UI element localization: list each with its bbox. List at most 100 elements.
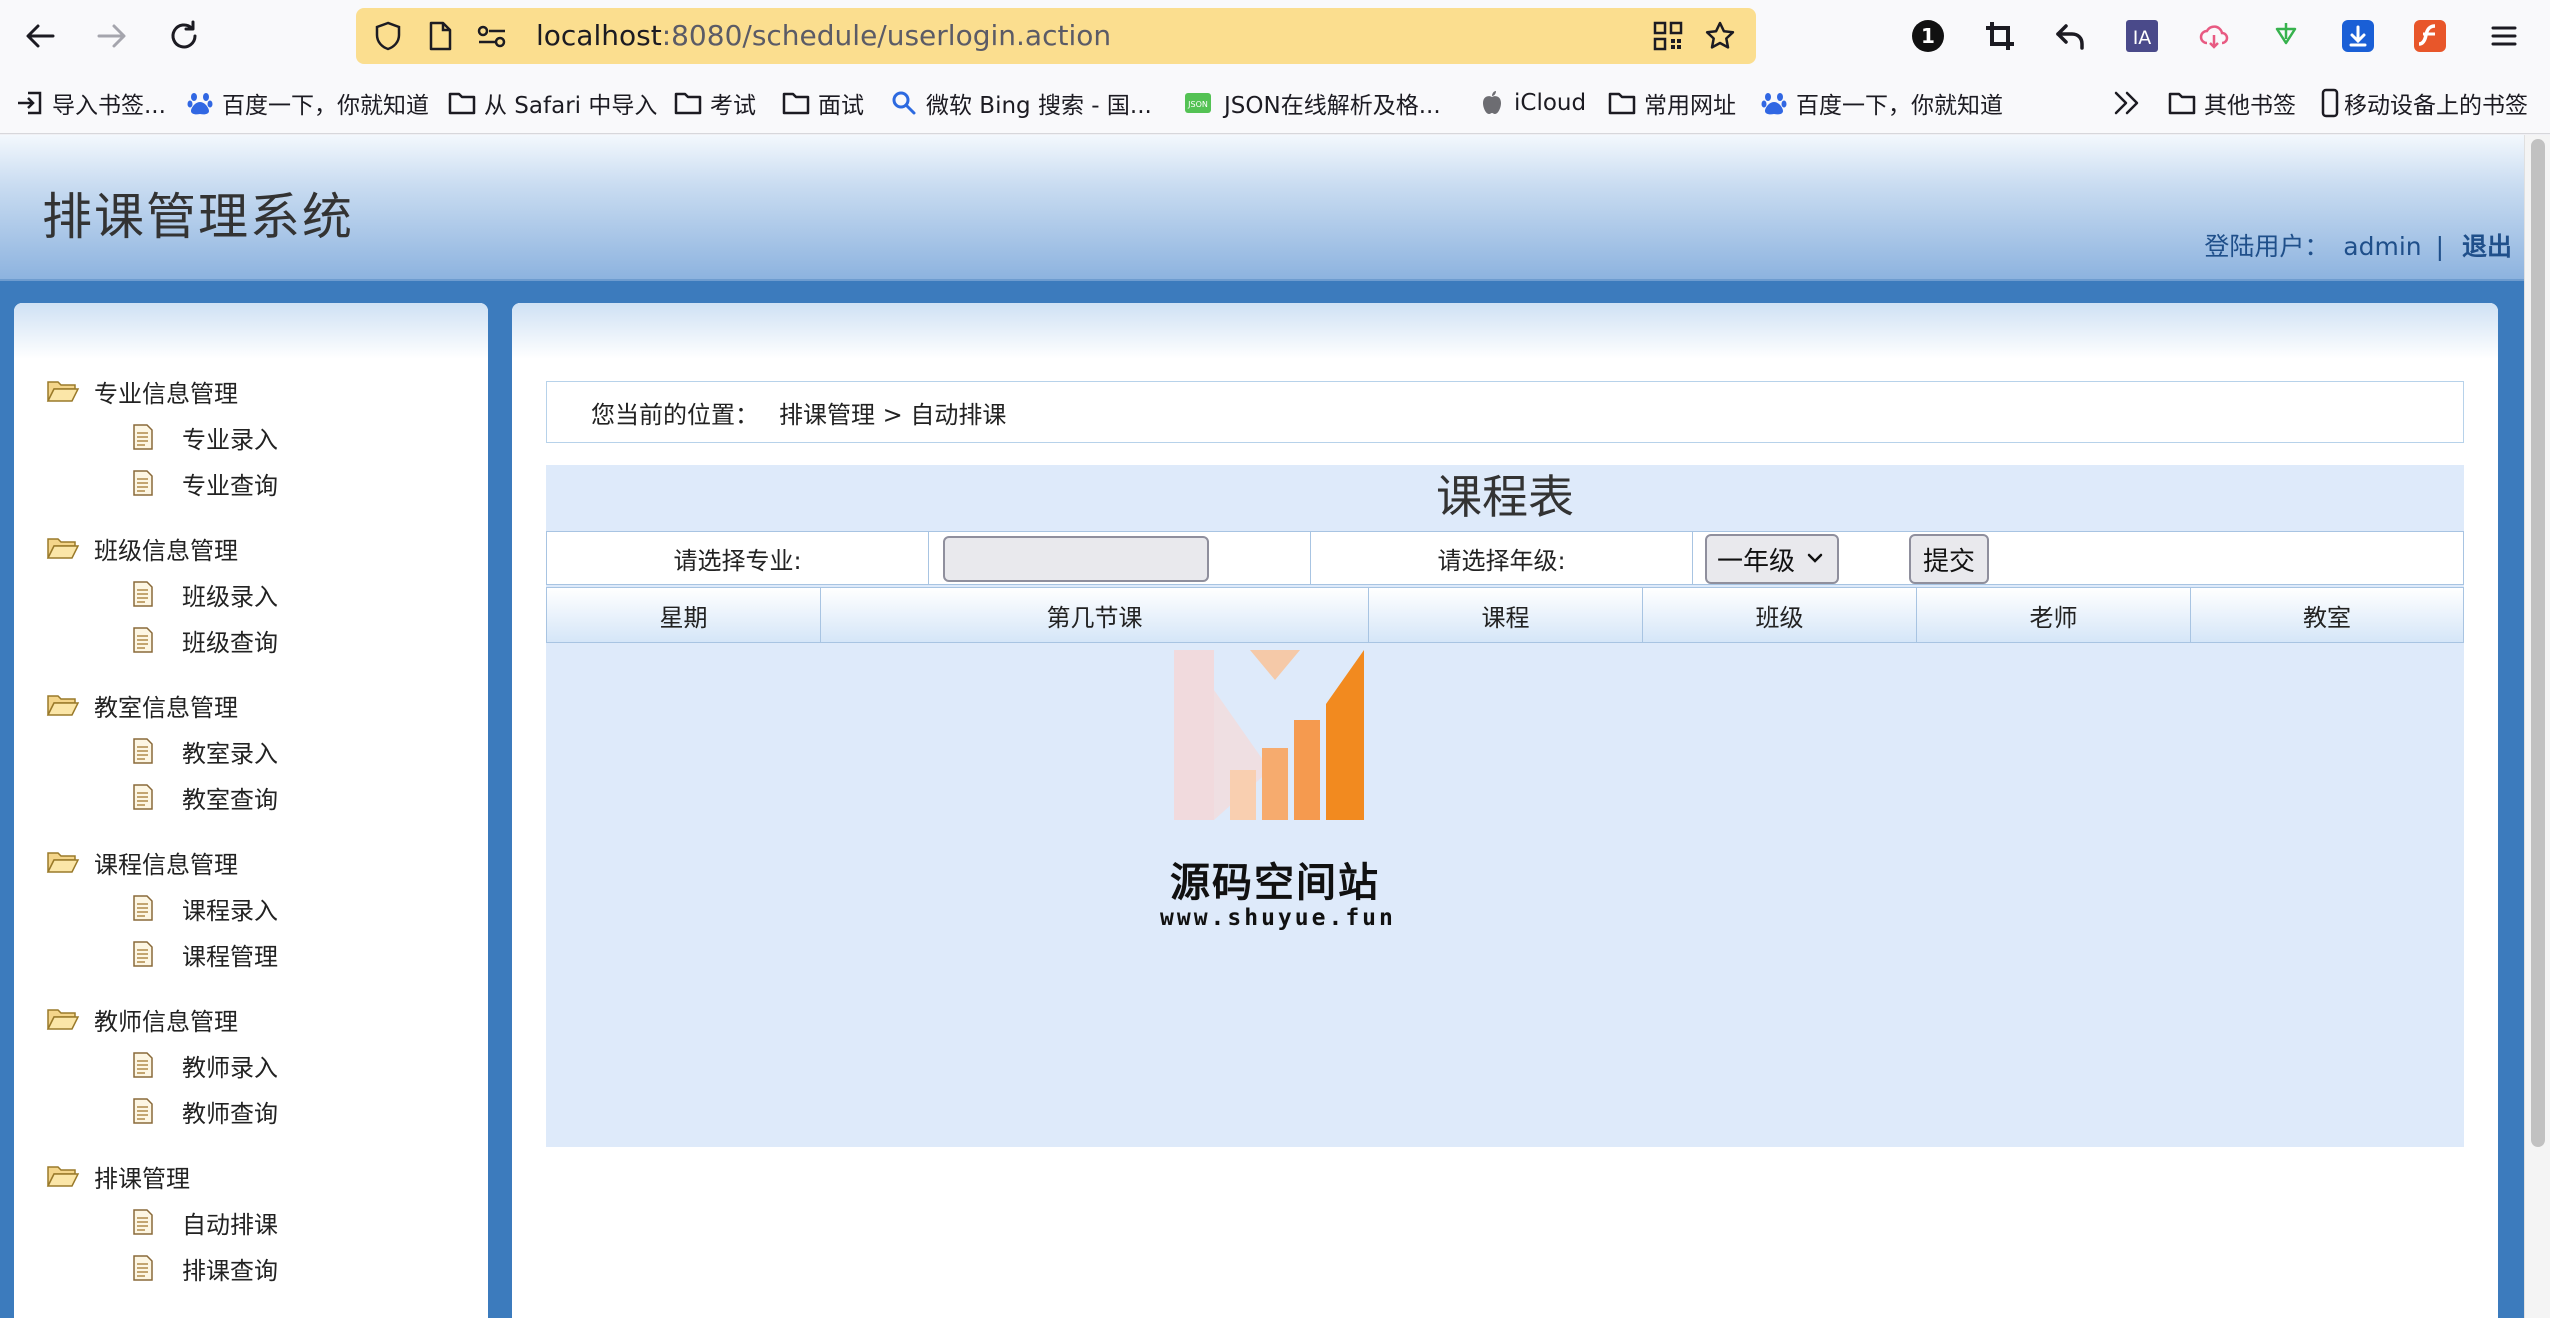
user-separator: | bbox=[2435, 232, 2445, 261]
major-label: 请选择专业: bbox=[547, 532, 929, 584]
sidebar: 专业信息管理 专业录入 专业查询 班级信息管理 班级录入 班级查询 教室信息管理… bbox=[14, 303, 488, 1318]
url-bar[interactable]: localhost:8080/schedule/userlogin.action bbox=[356, 8, 1756, 64]
forward-icon[interactable] bbox=[90, 14, 134, 58]
menu-group-title[interactable]: 教师信息管理 bbox=[46, 1001, 278, 1037]
menu-icon[interactable] bbox=[2484, 16, 2524, 56]
crop-icon[interactable] bbox=[1980, 16, 2020, 56]
submit-button[interactable]: 提交 bbox=[1909, 534, 1989, 584]
menu-group-class: 班级信息管理 班级录入 班级查询 bbox=[46, 530, 278, 658]
folder-icon bbox=[674, 89, 702, 117]
schedule-title: 课程表 bbox=[1436, 470, 1574, 524]
password-manager-icon[interactable]: 1 bbox=[1908, 16, 1948, 56]
apple-icon bbox=[1478, 89, 1506, 117]
document-icon bbox=[133, 627, 153, 653]
open-folder-icon bbox=[46, 852, 80, 873]
more-bookmarks-icon[interactable] bbox=[2112, 86, 2142, 120]
column-header: 第几节课 bbox=[821, 588, 1369, 642]
bookmark-mobile[interactable]: 移动设备上的书签 bbox=[2320, 86, 2528, 120]
breadcrumb-label: 您当前的位置： bbox=[591, 400, 759, 429]
downloader-icon[interactable] bbox=[2338, 16, 2378, 56]
menu-item-major-add[interactable]: 专业录入 bbox=[132, 419, 278, 455]
permissions-icon[interactable] bbox=[476, 20, 508, 52]
ia-extension-icon[interactable]: IA bbox=[2122, 16, 2162, 56]
document-icon bbox=[133, 1209, 153, 1235]
page-scrollbar[interactable] bbox=[2524, 135, 2550, 1318]
column-header: 教室 bbox=[2303, 603, 2351, 632]
username: admin bbox=[2343, 232, 2422, 261]
document-icon bbox=[133, 895, 153, 921]
logout-link[interactable]: 退出 bbox=[2462, 232, 2512, 261]
bookmark-baidu-1[interactable]: 百度一下，你就知道 bbox=[186, 86, 429, 120]
flash-extension-icon[interactable] bbox=[2410, 16, 2450, 56]
menu-group-title[interactable]: 班级信息管理 bbox=[46, 530, 278, 566]
svg-text:JSON: JSON bbox=[1187, 100, 1208, 109]
menu-item-schedule-query[interactable]: 排课查询 bbox=[132, 1250, 278, 1286]
menu-group-title[interactable]: 专业信息管理 bbox=[46, 373, 278, 409]
menu-item-class-add[interactable]: 班级录入 bbox=[132, 576, 278, 612]
document-icon bbox=[133, 581, 153, 607]
menu-item-class-query[interactable]: 班级查询 bbox=[132, 622, 278, 658]
shield-icon[interactable] bbox=[372, 20, 404, 52]
document-icon bbox=[133, 784, 153, 810]
menu-group-title[interactable]: 课程信息管理 bbox=[46, 844, 278, 880]
url-text[interactable]: localhost:8080/schedule/userlogin.action bbox=[536, 20, 1111, 52]
grade-select[interactable]: 一年级 bbox=[1705, 534, 1839, 584]
menu-item-auto-schedule[interactable]: 自动排课 bbox=[132, 1204, 278, 1240]
column-header: 星期 bbox=[547, 588, 821, 642]
open-folder-icon bbox=[46, 538, 80, 559]
document-icon bbox=[133, 1052, 153, 1078]
menu-group-title[interactable]: 排课管理 bbox=[46, 1158, 278, 1194]
menu-item-classroom-query[interactable]: 教室查询 bbox=[132, 779, 278, 815]
mobile-device-icon bbox=[2320, 88, 2340, 118]
chevron-down-icon bbox=[1807, 553, 1823, 563]
import-icon bbox=[16, 89, 44, 117]
qr-code-icon[interactable] bbox=[1652, 20, 1684, 52]
menu-item-teacher-add[interactable]: 教师录入 bbox=[132, 1047, 278, 1083]
menu-item-major-query[interactable]: 专业查询 bbox=[132, 465, 278, 501]
svg-text:IA: IA bbox=[2133, 27, 2152, 49]
bookmark-json[interactable]: JSON JSON在线解析及格... bbox=[1184, 86, 1441, 120]
menu-item-course-manage[interactable]: 课程管理 bbox=[132, 936, 278, 972]
bookmark-import[interactable]: 导入书签... bbox=[16, 86, 166, 120]
bookmark-baidu-2[interactable]: 百度一下，你就知道 bbox=[1760, 86, 2003, 120]
document-icon bbox=[133, 1255, 153, 1281]
open-folder-icon bbox=[46, 381, 80, 402]
sidebar-header bbox=[14, 303, 488, 359]
baidu-paw-icon bbox=[186, 89, 214, 117]
bookmark-folder-safari[interactable]: 从 Safari 中导入 bbox=[448, 86, 657, 120]
breadcrumb: 您当前的位置： 排课管理 > 自动排课 bbox=[546, 381, 2464, 443]
folder-icon bbox=[448, 89, 476, 117]
bookmarks-bar: 导入书签... 百度一下，你就知道 从 Safari 中导入 考试 面试 微软 … bbox=[0, 72, 2550, 134]
back-icon[interactable] bbox=[18, 14, 62, 58]
folder-icon bbox=[1608, 89, 1636, 117]
bookmark-folder-other[interactable]: 其他书签 bbox=[2168, 86, 2296, 120]
page-icon bbox=[424, 20, 456, 52]
undo-icon[interactable] bbox=[2050, 16, 2090, 56]
main-header bbox=[512, 303, 2498, 359]
reload-icon[interactable] bbox=[162, 14, 206, 58]
menu-item-classroom-add[interactable]: 教室录入 bbox=[132, 733, 278, 769]
grade-label: 请选择年级: bbox=[1311, 532, 1693, 584]
app-title: 排课管理系统 bbox=[42, 188, 354, 246]
major-input[interactable] bbox=[943, 536, 1209, 582]
bookmark-folder-interview[interactable]: 面试 bbox=[782, 86, 864, 120]
bookmark-folder-common[interactable]: 常用网址 bbox=[1608, 86, 1736, 120]
bookmark-folder-exam[interactable]: 考试 bbox=[674, 86, 756, 120]
column-header: 班级 bbox=[1643, 588, 1917, 642]
download-extension-icon[interactable] bbox=[2266, 16, 2306, 56]
menu-group-schedule: 排课管理 自动排课 排课查询 bbox=[46, 1158, 278, 1286]
menu-item-teacher-query[interactable]: 教师查询 bbox=[132, 1093, 278, 1129]
bookmark-bing[interactable]: 微软 Bing 搜索 - 国... bbox=[890, 86, 1152, 120]
scrollbar-thumb[interactable] bbox=[2531, 139, 2545, 1147]
menu-group-title[interactable]: 教室信息管理 bbox=[46, 687, 278, 723]
browser-toolbar: localhost:8080/schedule/userlogin.action… bbox=[0, 0, 2550, 72]
cloud-upload-icon[interactable] bbox=[2194, 16, 2234, 56]
folder-icon bbox=[782, 89, 810, 117]
menu-item-course-add[interactable]: 课程录入 bbox=[132, 890, 278, 926]
open-folder-icon bbox=[46, 695, 80, 716]
menu-group-course: 课程信息管理 课程录入 课程管理 bbox=[46, 844, 278, 972]
bookmark-star-icon[interactable] bbox=[1704, 20, 1736, 52]
watermark-name: 源码空间站 bbox=[1170, 860, 1380, 906]
svg-text:1: 1 bbox=[1921, 24, 1935, 48]
bookmark-icloud[interactable]: iCloud bbox=[1478, 86, 1586, 120]
